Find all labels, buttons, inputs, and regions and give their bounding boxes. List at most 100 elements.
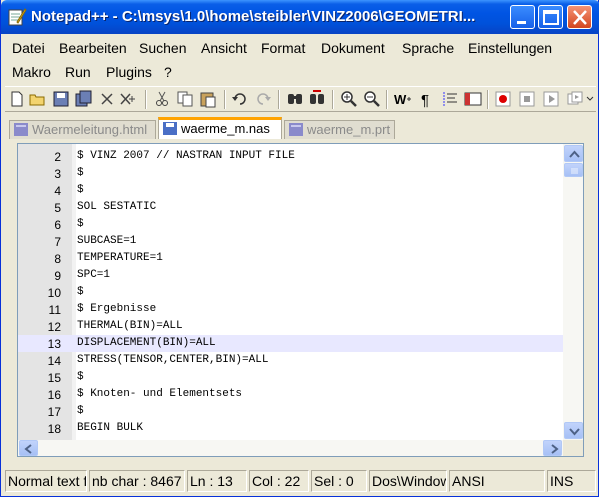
window-title: Notepad++ - C:\msys\1.0\home\steibler\VI…	[31, 8, 476, 25]
save-icon[interactable]	[52, 90, 70, 108]
close-all-icon[interactable]	[119, 90, 137, 108]
grip-icon	[571, 168, 578, 174]
editor-line[interactable]: 2 $ VINZ 2007 // NASTRAN INPUT FILE	[18, 148, 563, 165]
undo-icon[interactable]	[231, 90, 249, 108]
file-icon	[289, 123, 303, 136]
cut-icon[interactable]	[153, 90, 171, 108]
editor-line[interactable]: 10 $	[18, 284, 563, 301]
editor-line[interactable]: 5 SOL SESTATIC	[18, 199, 563, 216]
menu-plugins[interactable]: Plugins	[106, 64, 152, 80]
scroll-up-button[interactable]	[564, 145, 583, 162]
line-text: $	[77, 167, 84, 179]
vertical-scrollbar[interactable]	[563, 144, 583, 440]
record-macro-icon[interactable]	[494, 90, 512, 108]
tab-label: Waermeleitung.html	[32, 122, 148, 137]
line-text: $	[77, 218, 84, 230]
minimize-button[interactable]	[510, 5, 535, 29]
scrollbar-corner	[563, 440, 583, 456]
chevron-left-icon	[24, 444, 32, 454]
file-icon	[14, 123, 28, 136]
toolbar-separator	[332, 90, 334, 109]
scroll-left-button[interactable]	[19, 440, 38, 456]
close-file-icon[interactable]	[98, 90, 116, 108]
paste-icon[interactable]	[199, 90, 217, 108]
menu-makro[interactable]: Makro	[12, 64, 51, 80]
line-number: 4	[54, 184, 61, 198]
status-bar: Normal text f nb char : 8467 Ln : 13 Col…	[5, 470, 596, 493]
menu-datei[interactable]: Datei	[12, 40, 45, 56]
line-number: 18	[47, 422, 61, 436]
tab-waerme-m-nas[interactable]: waerme_m.nas	[158, 117, 282, 139]
editor-line[interactable]: 6 $	[18, 216, 563, 233]
editor-line[interactable]: 15 $	[18, 369, 563, 386]
replace-icon[interactable]	[308, 90, 326, 108]
line-number: 15	[47, 371, 61, 385]
toolbar-separator	[386, 90, 388, 109]
editor-line[interactable]: 7 SUBCASE=1	[18, 233, 563, 250]
editor-line[interactable]: 16 $ Knoten- und Elementsets	[18, 386, 563, 403]
menu-bearbeiten[interactable]: Bearbeiten	[59, 40, 127, 56]
line-text: STRESS(TENSOR,CENTER,BIN)=ALL	[77, 354, 269, 366]
text-editor[interactable]: 2 $ VINZ 2007 // NASTRAN INPUT FILE 3 $4 $5 S…	[17, 143, 584, 457]
editor-line[interactable]: 14 STRESS(TENSOR,CENTER,BIN)=ALL	[18, 352, 563, 369]
word-wrap-icon[interactable]: W	[394, 90, 412, 108]
toolbar-separator	[278, 90, 280, 109]
user-lang-icon[interactable]	[464, 90, 482, 108]
zoom-in-icon[interactable]	[340, 90, 358, 108]
zoom-out-icon[interactable]	[363, 90, 381, 108]
play-macro-icon[interactable]	[542, 90, 560, 108]
editor-line[interactable]: 4 $	[18, 182, 563, 199]
editor-line[interactable]: 18 BEGIN BULK	[18, 420, 563, 437]
scroll-thumb[interactable]	[564, 163, 583, 177]
editor-line[interactable]: 17 $	[18, 403, 563, 420]
line-number: 12	[47, 320, 61, 334]
menu-sprache[interactable]: Sprache	[402, 40, 454, 56]
line-number: 11	[48, 303, 61, 317]
save-all-icon[interactable]	[75, 90, 93, 108]
menu-einstellungen[interactable]: Einstellungen	[468, 40, 552, 56]
menu-run[interactable]: Run	[65, 64, 91, 80]
line-number: 6	[54, 218, 61, 232]
tab-waermeleitung-html[interactable]: Waermeleitung.html	[9, 120, 156, 139]
copy-icon[interactable]	[176, 90, 194, 108]
title-bar[interactable]: Notepad++ - C:\msys\1.0\home\steibler\VI…	[1, 0, 599, 34]
redo-icon[interactable]	[254, 90, 272, 108]
show-all-chars-icon[interactable]: ¶	[418, 90, 436, 108]
svg-text:W: W	[394, 92, 407, 107]
menu-help[interactable]: ?	[164, 64, 172, 80]
menu-suchen[interactable]: Suchen	[139, 40, 186, 56]
stop-macro-icon[interactable]	[518, 90, 536, 108]
editor-line[interactable]: 3 $	[18, 165, 563, 182]
find-icon[interactable]	[286, 90, 304, 108]
tab-waerme-m-prt[interactable]: waerme_m.prt	[284, 120, 395, 139]
editor-line[interactable]: 9 SPC=1	[18, 267, 563, 284]
editor-line[interactable]: 8 TEMPERATURE=1	[18, 250, 563, 267]
run-macro-multiple-icon[interactable]	[566, 90, 584, 108]
menu-ansicht[interactable]: Ansicht	[201, 40, 247, 56]
toolbar-overflow-icon[interactable]	[585, 90, 595, 108]
status-language: Normal text f	[5, 470, 87, 492]
app-window: Notepad++ - C:\msys\1.0\home\steibler\VI…	[0, 0, 599, 497]
indent-guide-icon[interactable]	[441, 90, 459, 108]
maximize-button[interactable]	[538, 5, 563, 29]
scroll-right-button[interactable]	[543, 440, 562, 456]
status-selection: Sel : 0	[311, 470, 367, 492]
line-text: SOL SESTATIC	[77, 201, 157, 213]
new-file-icon[interactable]	[8, 90, 26, 108]
status-line: Ln : 13	[187, 470, 247, 492]
file-icon	[163, 122, 177, 135]
status-encoding: ANSI	[449, 470, 545, 492]
menu-format[interactable]: Format	[261, 40, 305, 56]
document-tabs: Waermeleitung.html waerme_m.nas waerme_m…	[9, 117, 595, 139]
editor-line[interactable]: 11 $ Ergebnisse	[18, 301, 563, 318]
menu-dokument[interactable]: Dokument	[321, 40, 385, 56]
line-number: 8	[54, 252, 61, 266]
editor-line[interactable]: 12 THERMAL(BIN)=ALL	[18, 318, 563, 335]
open-folder-icon[interactable]	[29, 90, 47, 108]
line-text: $ VINZ 2007 // NASTRAN INPUT FILE	[77, 150, 295, 162]
line-text: THERMAL(BIN)=ALL	[77, 320, 183, 332]
horizontal-scrollbar[interactable]	[18, 440, 563, 456]
close-button[interactable]	[567, 5, 592, 29]
scroll-down-button[interactable]	[564, 422, 583, 439]
editor-line[interactable]: 13 DISPLACEMENT(BIN)=ALL	[18, 335, 563, 352]
